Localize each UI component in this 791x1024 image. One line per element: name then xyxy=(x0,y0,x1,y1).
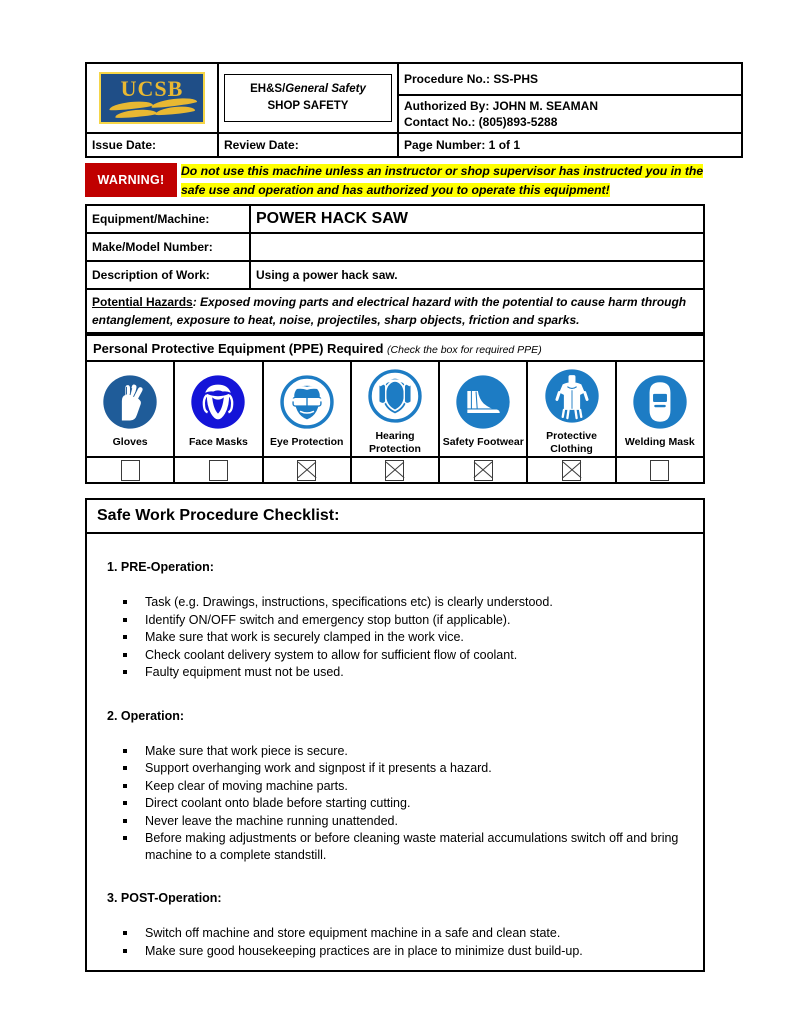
page-number-cell: Page Number: 1 of 1 xyxy=(397,132,743,158)
ppe-label-protective-clothing: Protective Clothing xyxy=(546,429,597,455)
ppe-checkbox-hearing-protection[interactable] xyxy=(385,459,405,481)
ppe-checkbox-welding-mask[interactable] xyxy=(650,459,670,481)
authorization-cell: Authorized By: JOHN M. SEAMAN Contact No… xyxy=(397,94,743,134)
ppe-section-header: Personal Protective Equipment (PPE) Requ… xyxy=(85,334,705,362)
ppe-checkbox-eye-protection[interactable] xyxy=(297,459,317,481)
document-header-table: UCSB EH&S/General Safety SHOP SAFETY Pro… xyxy=(85,62,743,158)
ppe-cell-face-masks: Face Masks xyxy=(173,360,264,458)
checklist-list-post-operation: Switch off machine and store equipment m… xyxy=(121,925,693,959)
list-item: Switch off machine and store equipment m… xyxy=(121,925,693,942)
ppe-cell-welding-mask: Welding Mask xyxy=(614,360,706,458)
equipment-table: Equipment/Machine: POWER HACK SAW Make/M… xyxy=(85,204,705,334)
unit-cell: EH&S/General Safety SHOP SAFETY xyxy=(217,62,399,134)
ppe-checkbox-cell-face-masks[interactable] xyxy=(173,456,264,484)
ppe-label-face-masks: Face Masks xyxy=(188,436,248,448)
ppe-checkbox-cell-gloves[interactable] xyxy=(84,456,176,484)
list-item: Never leave the machine running unattend… xyxy=(121,813,693,830)
ppe-checkbox-protective-clothing[interactable] xyxy=(562,459,582,481)
ppe-checkbox-cell-eye-protection[interactable] xyxy=(261,456,352,484)
list-item: Make sure that work piece is secure. xyxy=(121,743,693,760)
section-heading-operation: 2. Operation: xyxy=(107,708,185,723)
ppe-cell-hearing-protection: Hearing Protection xyxy=(349,360,441,458)
list-item: Make sure that work is securely clamped … xyxy=(121,629,693,646)
protective-clothing-icon xyxy=(544,368,599,423)
warning-banner: WARNING! Do not use this machine unless … xyxy=(85,163,705,201)
potential-hazards-cell: Potential Hazards: Exposed moving parts … xyxy=(85,288,705,334)
list-item: Identify ON/OFF switch and emergency sto… xyxy=(121,612,693,629)
issue-date-cell[interactable]: Issue Date: xyxy=(85,132,219,158)
face-mask-icon xyxy=(191,375,246,429)
section-heading-post-operation: 3. POST-Operation: xyxy=(107,891,222,905)
ppe-cell-protective-clothing: Protective Clothing xyxy=(526,360,617,458)
list-item: Support overhanging work and signpost if… xyxy=(121,760,693,777)
ppe-label-safety-footwear: Safety Footwear xyxy=(442,436,524,448)
ppe-label-eye-protection: Eye Protection xyxy=(269,436,344,448)
potential-hazards-separator: : xyxy=(192,295,197,309)
ppe-label-welding-mask: Welding Mask xyxy=(624,436,695,448)
welding-mask-icon xyxy=(633,375,687,429)
ppe-table: Personal Protective Equipment (PPE) Requ… xyxy=(84,334,706,484)
potential-hazards-label: Potential Hazards xyxy=(92,295,193,309)
description-of-work-value: Using a power hack saw. xyxy=(249,260,705,290)
ppe-label-gloves: Gloves xyxy=(112,436,148,448)
section-heading-pre-operation: 1. PRE-Operation: xyxy=(107,560,214,574)
eye-protection-icon xyxy=(280,375,334,429)
gloves-icon xyxy=(103,375,157,429)
warning-message: Do not use this machine unless an instru… xyxy=(181,162,705,200)
ppe-checkbox-cell-welding-mask[interactable] xyxy=(614,456,706,484)
unit-line-1: EH&S/General Safety xyxy=(250,83,366,95)
ppe-cell-safety-footwear: Safety Footwear xyxy=(438,360,529,458)
list-item: Keep clear of moving machine parts. xyxy=(121,778,693,795)
general-safety-text: General Safety xyxy=(285,83,366,95)
review-date-cell[interactable]: Review Date: xyxy=(217,132,399,158)
checklist-list-pre-operation: Task (e.g. Drawings, instructions, speci… xyxy=(121,594,693,681)
contact-no-text: Contact No.: (805)893-5288 xyxy=(404,115,558,129)
hearing-protection-icon xyxy=(368,368,422,423)
equipment-machine-value: POWER HACK SAW xyxy=(249,204,705,234)
make-model-value[interactable] xyxy=(249,232,705,262)
make-model-label: Make/Model Number: xyxy=(85,232,251,262)
list-item: Make sure good housekeeping practices ar… xyxy=(121,943,693,960)
ppe-subtitle: (Check the box for required PPE) xyxy=(387,343,542,356)
ppe-checkbox-cell-protective-clothing[interactable] xyxy=(526,456,617,484)
warning-line-1: Do not use this machine unless an instru… xyxy=(181,164,704,178)
safety-footwear-icon xyxy=(456,375,510,429)
ppe-checkbox-cell-safety-footwear[interactable] xyxy=(438,456,529,484)
ucsb-logo: UCSB xyxy=(99,72,205,124)
unit-line-2: SHOP SAFETY xyxy=(267,100,349,112)
list-item: Task (e.g. Drawings, instructions, speci… xyxy=(121,594,693,611)
list-item: Check coolant delivery system to allow f… xyxy=(121,647,693,664)
ppe-checkbox-cell-hearing-protection[interactable] xyxy=(349,456,441,484)
ppe-cell-gloves: Gloves xyxy=(84,360,176,458)
checklist-table: Safe Work Procedure Checklist: 1. PRE-Op… xyxy=(85,498,705,972)
ppe-title: Personal Protective Equipment (PPE) Requ… xyxy=(93,340,384,356)
logo-cell: UCSB xyxy=(85,62,219,134)
ppe-cell-eye-protection: Eye Protection xyxy=(261,360,352,458)
ppe-checkbox-safety-footwear[interactable] xyxy=(473,459,493,481)
description-of-work-label: Description of Work: xyxy=(85,260,251,290)
authorized-by-text: Authorized By: JOHN M. SEAMAN xyxy=(404,99,599,113)
list-item: Direct coolant onto blade before startin… xyxy=(121,795,693,812)
warning-badge: WARNING! xyxy=(85,163,177,197)
unit-name-box: EH&S/General Safety SHOP SAFETY xyxy=(224,74,392,122)
ppe-checkbox-gloves[interactable] xyxy=(120,459,140,481)
list-item: Before making adjustments or before clea… xyxy=(121,830,693,863)
ppe-checkbox-face-masks[interactable] xyxy=(208,459,228,481)
equipment-machine-label: Equipment/Machine: xyxy=(85,204,251,234)
list-item: Faulty equipment must not be used. xyxy=(121,664,693,681)
checklist-title: Safe Work Procedure Checklist: xyxy=(85,498,705,534)
checklist-body: 1. PRE-Operation: Task (e.g. Drawings, i… xyxy=(85,532,705,972)
procedure-no-text: Procedure No.: SS-PHS xyxy=(404,72,539,86)
checklist-list-operation: Make sure that work piece is secure. Sup… xyxy=(121,743,693,864)
safe-work-procedure-document: UCSB EH&S/General Safety SHOP SAFETY Pro… xyxy=(0,0,791,1024)
procedure-no-cell: Procedure No.: SS-PHS xyxy=(397,62,743,96)
warning-line-2: safe use and operation and has authorize… xyxy=(181,183,610,197)
ppe-label-hearing-protection: Hearing Protection xyxy=(369,429,421,455)
